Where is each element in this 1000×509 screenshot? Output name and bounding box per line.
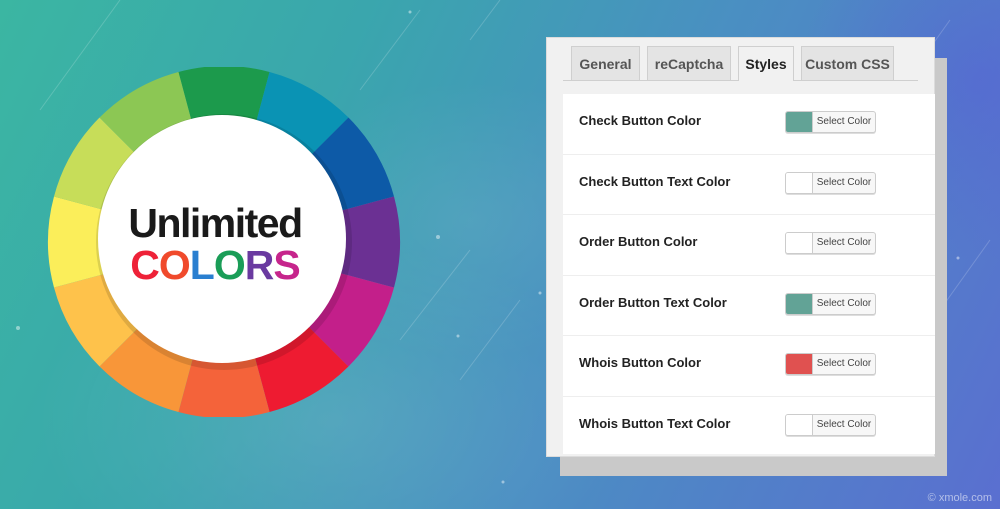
select-color-button[interactable]: Select Color bbox=[813, 233, 875, 253]
setting-label: Check Button Color bbox=[579, 113, 702, 128]
setting-label: Whois Button Text Color bbox=[579, 415, 731, 431]
color-swatch[interactable] bbox=[786, 112, 813, 132]
watermark: © xmole.com bbox=[927, 492, 992, 504]
color-swatch[interactable] bbox=[786, 354, 813, 374]
setting-label: Whois Button Color bbox=[579, 355, 702, 370]
select-color-button[interactable]: Select Color bbox=[813, 354, 875, 374]
logo-letter: O bbox=[159, 242, 190, 288]
setting-row-order-button-color: Order Button Color Select Color bbox=[563, 215, 935, 276]
setting-label: Order Button Color bbox=[579, 234, 698, 249]
color-swatch[interactable] bbox=[786, 172, 813, 193]
select-color-button[interactable]: Select Color bbox=[813, 294, 875, 314]
logo-letter: C bbox=[130, 242, 159, 288]
color-wheel: Unlimited COLORS bbox=[48, 67, 400, 417]
logo-letter: L bbox=[190, 242, 214, 288]
setting-row-order-button-text-color: Order Button Text Color Select Color bbox=[563, 276, 935, 336]
logo-letter: S bbox=[273, 242, 299, 288]
color-swatch[interactable] bbox=[786, 414, 813, 435]
order-button-color-picker[interactable]: Select Color bbox=[785, 232, 876, 254]
select-color-button[interactable]: Select Color bbox=[813, 173, 875, 193]
whois-button-color-picker[interactable]: Select Color bbox=[785, 353, 876, 375]
setting-row-check-button-color: Check Button Color Select Color bbox=[563, 94, 935, 155]
logo-unlimited-text: Unlimited bbox=[128, 200, 301, 246]
color-swatch[interactable] bbox=[786, 293, 813, 314]
check-button-text-color-picker[interactable]: Select Color bbox=[785, 171, 876, 194]
order-button-text-color-picker[interactable]: Select Color bbox=[785, 292, 876, 315]
styles-settings-list: Check Button Color Select Color Check Bu… bbox=[563, 94, 935, 454]
tab-bar: General reCaptcha Styles Custom CSS bbox=[563, 46, 918, 81]
whois-button-text-color-picker[interactable]: Select Color bbox=[785, 413, 876, 436]
select-color-button[interactable]: Select Color bbox=[813, 112, 875, 132]
setting-label: Order Button Text Color bbox=[579, 294, 727, 310]
logo-colors-text: COLORS bbox=[130, 242, 299, 288]
settings-panel: General reCaptcha Styles Custom CSS Chec… bbox=[546, 37, 935, 457]
setting-row-check-button-text-color: Check Button Text Color Select Color bbox=[563, 155, 935, 215]
setting-row-whois-button-text-color: Whois Button Text Color Select Color bbox=[563, 397, 935, 458]
logo-letter: O bbox=[214, 242, 245, 288]
setting-row-whois-button-color: Whois Button Color Select Color bbox=[563, 336, 935, 397]
tab-custom-css[interactable]: Custom CSS bbox=[801, 46, 894, 80]
tab-general[interactable]: General bbox=[571, 46, 640, 80]
setting-label: Check Button Text Color bbox=[579, 173, 731, 189]
check-button-color-picker[interactable]: Select Color bbox=[785, 111, 876, 133]
tab-recaptcha[interactable]: reCaptcha bbox=[647, 46, 731, 80]
select-color-button[interactable]: Select Color bbox=[813, 415, 875, 435]
tab-styles[interactable]: Styles bbox=[738, 46, 794, 81]
color-swatch[interactable] bbox=[786, 233, 813, 253]
logo-letter: R bbox=[245, 242, 274, 288]
